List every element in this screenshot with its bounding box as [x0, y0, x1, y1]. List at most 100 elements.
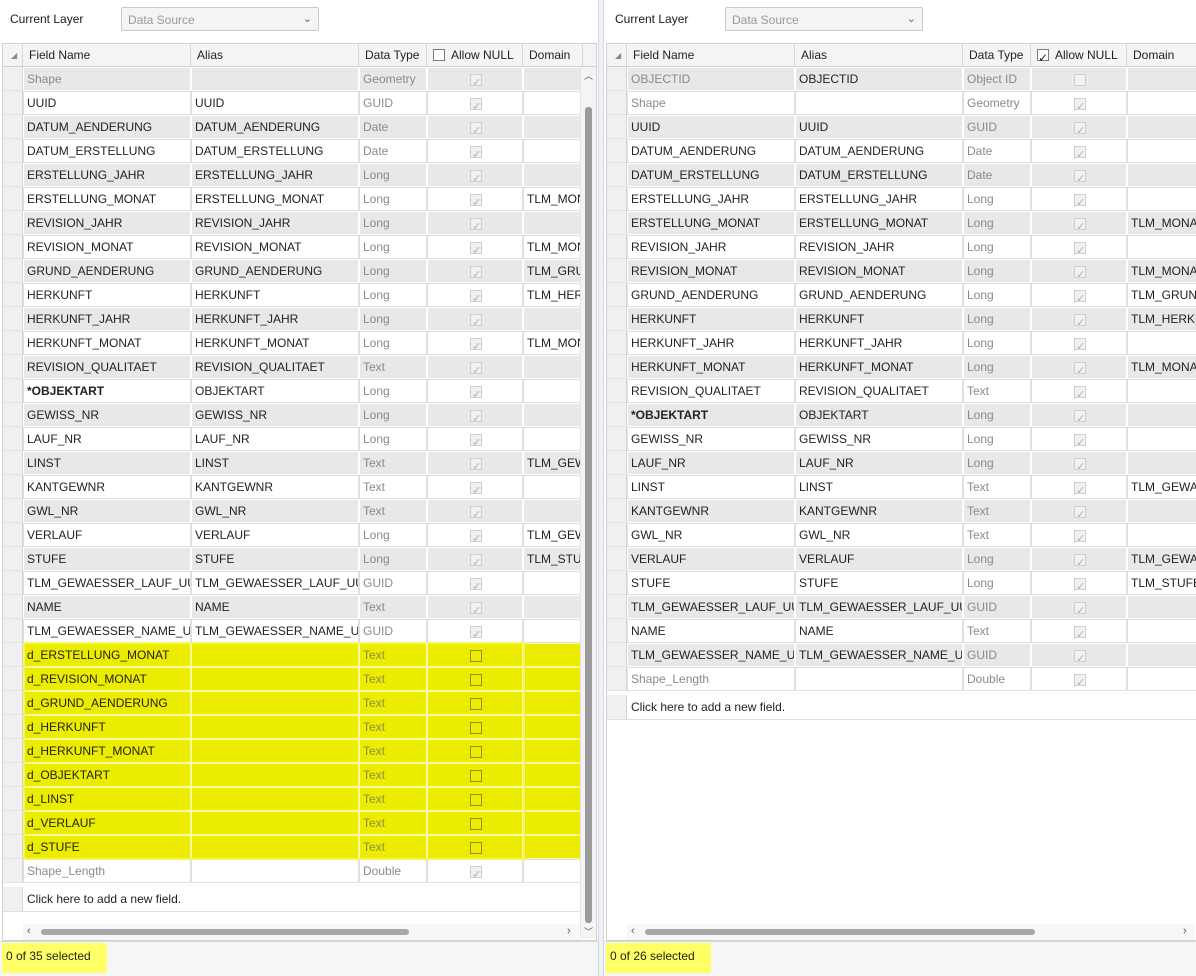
alias-cell[interactable]: REVISION_JAHR	[795, 235, 963, 259]
allow-null-cell[interactable]	[427, 331, 523, 355]
allow-null-cell[interactable]	[427, 259, 523, 283]
alias-cell[interactable]: ERSTELLUNG_MONAT	[795, 211, 963, 235]
table-row[interactable]: GEWISS_NR GEWISS_NR Long	[3, 403, 596, 427]
chevron-left-icon[interactable]: ‹	[631, 925, 635, 937]
alias-cell[interactable]: NAME	[795, 619, 963, 643]
field-name-cell[interactable]: Shape_Length	[23, 859, 191, 883]
row-selector[interactable]	[3, 235, 23, 259]
allow-null-header[interactable]: Allow NULL	[427, 44, 523, 66]
table-row[interactable]: TLM_GEWAESSER_LAUF_UUID TLM_GEWAESSER_LAU…	[607, 595, 1196, 619]
data-type-cell[interactable]: Long	[359, 523, 427, 547]
table-row[interactable]: REVISION_MONATREVISION_MONATLongTLM_MONA…	[607, 259, 1196, 283]
allow-null-checkbox[interactable]	[470, 312, 482, 330]
allow-null-checkbox[interactable]	[1074, 528, 1086, 546]
data-type-cell[interactable]: Text	[359, 451, 427, 475]
row-selector[interactable]	[607, 139, 627, 163]
row-selector[interactable]	[3, 139, 23, 163]
domain-cell[interactable]: TLM_MONAT	[1127, 259, 1196, 283]
alias-cell[interactable]	[191, 667, 359, 691]
field-name-cell[interactable]: d_HERKUNFT_MONAT	[23, 739, 191, 763]
alias-cell[interactable]: HERKUNFT_MONAT	[795, 355, 963, 379]
allow-null-cell[interactable]	[1031, 259, 1127, 283]
alias-cell[interactable]: ERSTELLUNG_JAHR	[191, 163, 359, 187]
row-selector[interactable]	[607, 619, 627, 643]
table-row[interactable]: LINSTLINSTTextTLM_GEWAE	[607, 475, 1196, 499]
row-selector[interactable]	[607, 595, 627, 619]
domain-cell[interactable]: TLM_HERK	[523, 283, 583, 307]
data-type-cell[interactable]: Long	[359, 163, 427, 187]
domain-cell[interactable]	[523, 643, 583, 667]
alias-cell[interactable]: REVISION_QUALITAET	[191, 355, 359, 379]
allow-null-cell[interactable]	[1031, 595, 1127, 619]
field-name-cell[interactable]: d_STUFE	[23, 835, 191, 859]
allow-null-cell[interactable]	[427, 235, 523, 259]
allow-null-cell[interactable]	[427, 595, 523, 619]
field-name-cell[interactable]: REVISION_QUALITAET	[627, 379, 795, 403]
horizontal-scroll-thumb[interactable]	[41, 929, 409, 935]
row-selector[interactable]	[3, 187, 23, 211]
domain-cell[interactable]: TLM_MON	[523, 235, 583, 259]
domain-cell[interactable]	[523, 211, 583, 235]
allow-null-cell[interactable]	[427, 451, 523, 475]
table-row[interactable]: d_HERKUNFT Text	[3, 715, 596, 739]
allow-null-checkbox[interactable]	[470, 288, 482, 306]
table-row[interactable]: ERSTELLUNG_MONATERSTELLUNG_MONATLongTLM_…	[3, 187, 596, 211]
table-row[interactable]: REVISION_JAHR REVISION_JAHR Long	[3, 211, 596, 235]
field-name-cell[interactable]: Shape	[23, 67, 191, 91]
allow-null-checkbox[interactable]	[1074, 216, 1086, 234]
alias-cell[interactable]: DATUM_ERSTELLUNG	[795, 163, 963, 187]
allow-null-cell[interactable]	[1031, 475, 1127, 499]
field-name-cell[interactable]: TLM_GEWAESSER_LAUF_UUID	[23, 571, 191, 595]
chevron-right-icon[interactable]: ›	[567, 925, 571, 937]
row-selector[interactable]	[607, 403, 627, 427]
domain-cell[interactable]: TLM_GEWAE	[1127, 475, 1196, 499]
field-name-cell[interactable]: LAUF_NR	[23, 427, 191, 451]
domain-cell[interactable]	[1127, 379, 1196, 403]
row-selector[interactable]	[3, 811, 23, 835]
domain-cell[interactable]	[523, 595, 583, 619]
alias-cell[interactable]: HERKUNFT	[191, 283, 359, 307]
allow-null-cell[interactable]	[1031, 91, 1127, 115]
table-row[interactable]: Shape Geometry	[607, 91, 1196, 115]
alias-cell[interactable]: UUID	[795, 115, 963, 139]
field-name-cell[interactable]: ERSTELLUNG_MONAT	[23, 187, 191, 211]
field-name-cell[interactable]: GEWISS_NR	[23, 403, 191, 427]
table-row[interactable]: d_ERSTELLUNG_MONAT Text	[3, 643, 596, 667]
domain-cell[interactable]	[1127, 91, 1196, 115]
allow-null-checkbox[interactable]	[1074, 74, 1086, 86]
data-type-cell[interactable]: Long	[963, 571, 1031, 595]
field-name-cell[interactable]: d_REVISION_MONAT	[23, 667, 191, 691]
field-name-cell[interactable]: d_HERKUNFT	[23, 715, 191, 739]
allow-null-checkbox[interactable]	[1074, 648, 1086, 666]
table-row[interactable]: d_STUFE Text	[3, 835, 596, 859]
allow-null-cell[interactable]	[1031, 355, 1127, 379]
table-row[interactable]: DATUM_ERSTELLUNG DATUM_ERSTELLUNG Date	[607, 163, 1196, 187]
data-type-cell[interactable]: Double	[963, 667, 1031, 691]
domain-cell[interactable]	[523, 475, 583, 499]
domain-cell[interactable]	[523, 379, 583, 403]
domain-cell[interactable]	[1127, 451, 1196, 475]
field-name-cell[interactable]: ERSTELLUNG_JAHR	[23, 163, 191, 187]
data-type-cell[interactable]: Date	[963, 139, 1031, 163]
field-name-cell[interactable]: LAUF_NR	[627, 451, 795, 475]
domain-cell[interactable]	[523, 355, 583, 379]
alias-cell[interactable]: OBJEKTART	[191, 379, 359, 403]
data-type-cell[interactable]: Long	[359, 331, 427, 355]
data-type-cell[interactable]: Long	[359, 259, 427, 283]
table-row[interactable]: TLM_GEWAESSER_LAUF_UUID TLM_GEWAESSER_LAU…	[3, 571, 596, 595]
alias-cell[interactable]: STUFE	[191, 547, 359, 571]
table-row[interactable]: UUID UUID GUID	[3, 91, 596, 115]
field-name-cell[interactable]: REVISION_JAHR	[627, 235, 795, 259]
field-name-cell[interactable]: HERKUNFT_MONAT	[627, 355, 795, 379]
alias-cell[interactable]: TLM_GEWAESSER_NAME_UUID	[795, 643, 963, 667]
row-selector[interactable]	[607, 115, 627, 139]
allow-null-checkbox[interactable]	[1074, 432, 1086, 450]
data-type-cell[interactable]: Text	[963, 523, 1031, 547]
data-type-cell[interactable]: Long	[359, 427, 427, 451]
data-type-cell[interactable]: Long	[963, 259, 1031, 283]
allow-null-checkbox[interactable]	[470, 408, 482, 426]
field-name-cell[interactable]: TLM_GEWAESSER_NAME_UUID	[23, 619, 191, 643]
row-selector[interactable]	[3, 379, 23, 403]
field-name-cell[interactable]: *OBJEKTART	[23, 379, 191, 403]
field-name-cell[interactable]: UUID	[23, 91, 191, 115]
